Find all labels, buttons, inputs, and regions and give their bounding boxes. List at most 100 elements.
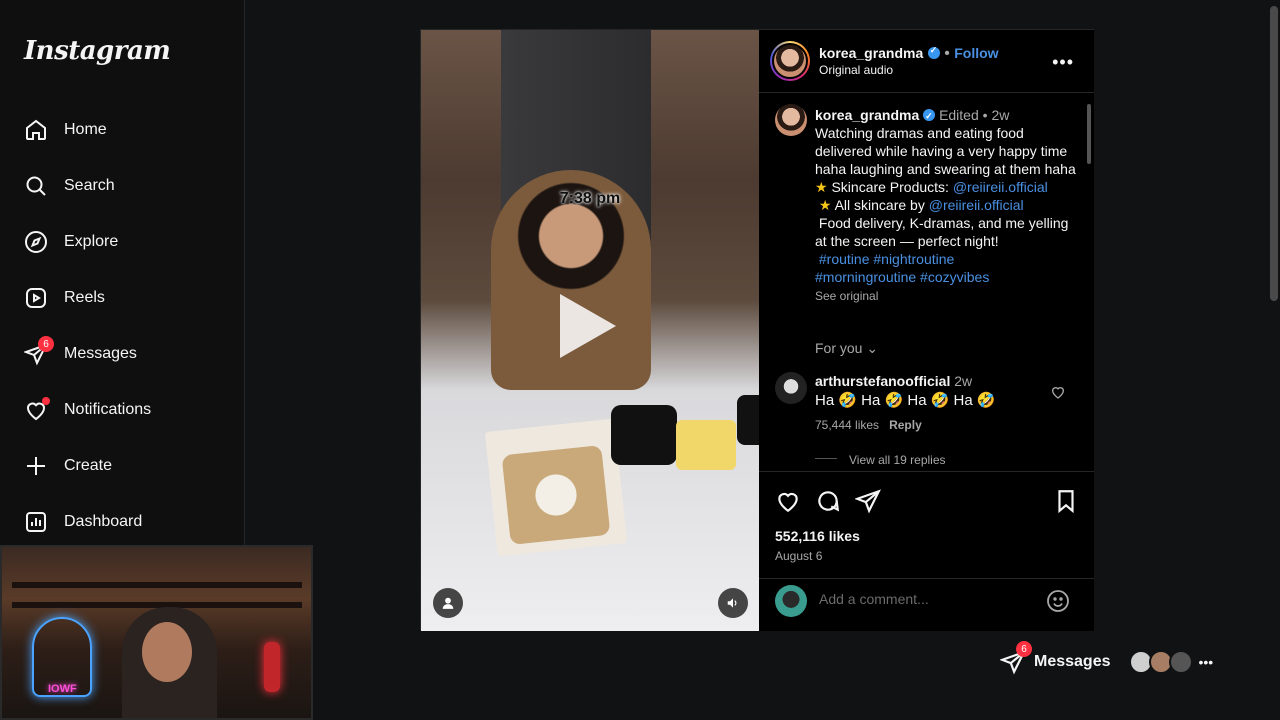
messages-label: Messages <box>1034 653 1111 670</box>
comments-scrollbar[interactable] <box>1087 104 1091 164</box>
commenter-username[interactable]: arthurstefanoofficial <box>815 373 950 389</box>
comment-icon[interactable] <box>815 488 841 514</box>
sidebar-item-label: Dashboard <box>64 513 143 530</box>
instagram-logo[interactable]: Instagram <box>24 36 171 66</box>
dashboard-icon <box>26 512 46 532</box>
see-original-link[interactable]: See original <box>815 289 878 303</box>
follow-button[interactable]: Follow <box>954 45 998 61</box>
sidebar-item-label: Search <box>64 177 115 194</box>
comment-like-icon[interactable] <box>1050 384 1066 400</box>
caption-age: 2w <box>991 107 1010 123</box>
view-replies-button[interactable]: View all 19 replies <box>815 451 1055 470</box>
user-icon <box>442 597 454 609</box>
webcam-overlay: IOWF <box>0 545 313 720</box>
emoji-icon[interactable] <box>1046 589 1070 613</box>
video-food <box>501 445 611 545</box>
comment-age: 2w <box>954 373 973 389</box>
sidebar-item-label: Create <box>64 457 113 474</box>
sidebar-item-messages[interactable]: 6 Messages <box>23 334 137 374</box>
author-username[interactable]: korea_grandma <box>819 45 923 61</box>
likes-count[interactable]: 552,116 likes <box>775 528 860 544</box>
for-you-dropdown[interactable]: For you ⌄ <box>815 340 878 357</box>
video-cup <box>676 420 736 470</box>
caption-text: Watching dramas and eating food delivere… <box>815 125 1076 177</box>
caption-username[interactable]: korea_grandma <box>815 107 919 123</box>
video-time-overlay: 7:38 pm <box>559 190 621 207</box>
caption-skincare: Skincare Products: <box>831 179 953 195</box>
messages-floating-button[interactable]: 6 Messages ••• <box>998 641 1230 679</box>
sidebar-item-label: Reels <box>64 289 105 306</box>
contact-avatar <box>1168 650 1193 674</box>
audio-label[interactable]: Original audio <box>819 63 999 77</box>
post-side-panel: korea_grandma • Follow Original audio ••… <box>759 30 1094 631</box>
star-icon: ★ <box>815 179 828 195</box>
verified-icon <box>923 107 936 125</box>
star-icon: ★ <box>818 197 832 213</box>
author-avatar-ring[interactable] <box>770 41 810 81</box>
compass-icon <box>25 231 47 253</box>
sidebar-item-label: Explore <box>64 233 119 250</box>
sidebar-item-dashboard[interactable]: Dashboard <box>24 502 142 542</box>
streamer-face <box>142 622 192 682</box>
heart-icon <box>24 397 50 422</box>
comment-input[interactable] <box>819 591 1039 607</box>
comment-likes[interactable]: 75,444 likes <box>815 418 879 432</box>
sidebar-item-label: Notifications <box>64 401 152 418</box>
verified-icon <box>927 45 940 59</box>
video-cup <box>611 405 677 465</box>
hashtags-link[interactable]: #routine #nightroutine <box>819 251 954 267</box>
bookmark-icon[interactable] <box>1053 488 1079 514</box>
page-scrollbar[interactable] <box>1270 6 1278 301</box>
post-modal: 7:38 pm korea_grandma • Follow Original … <box>420 29 1094 631</box>
notification-dot <box>42 397 50 405</box>
shelf <box>12 582 302 588</box>
mention-link[interactable]: @reiireii.official <box>953 179 1048 195</box>
sidebar-item-create[interactable]: Create <box>24 446 112 486</box>
caption-avatar[interactable] <box>775 104 807 136</box>
search-icon <box>26 176 46 196</box>
caption-food: Food delivery, K-dramas, and me yelling … <box>815 215 1069 249</box>
neon-sign-text: IOWF <box>48 683 77 695</box>
tagged-user-button[interactable] <box>433 588 463 618</box>
current-user-avatar <box>775 585 807 617</box>
share-icon[interactable] <box>855 488 881 514</box>
author-avatar <box>772 43 808 79</box>
reply-line <box>815 458 837 459</box>
chevron-down-icon: ⌄ <box>866 340 879 356</box>
sidebar-item-label: Home <box>64 121 107 138</box>
hashtags-link[interactable]: #morningroutine #cozyvibes <box>815 269 989 285</box>
post-header: korea_grandma • Follow Original audio ••… <box>759 30 1094 93</box>
comments-section: korea_grandma Edited • 2w Watching drama… <box>759 94 1094 472</box>
play-icon[interactable] <box>560 294 616 358</box>
messages-badge: 6 <box>38 336 54 352</box>
reply-button[interactable]: Reply <box>889 418 922 432</box>
messenger-icon: 6 <box>23 336 54 366</box>
edited-label: Edited <box>939 107 979 123</box>
sidebar-item-notifications[interactable]: Notifications <box>24 390 151 430</box>
more-contacts-icon: ••• <box>1198 654 1214 670</box>
sidebar-item-search[interactable]: Search <box>24 166 115 206</box>
like-heart-icon[interactable] <box>775 488 801 514</box>
post-actions: 552,116 likes August 6 <box>759 472 1094 568</box>
more-options-icon[interactable]: ••• <box>1052 52 1074 73</box>
plus-icon <box>27 457 45 475</box>
view-replies-label: View all 19 replies <box>849 453 946 467</box>
commenter-avatar[interactable] <box>775 372 807 404</box>
add-comment-bar <box>759 578 1094 630</box>
sidebar-item-reels[interactable]: Reels <box>24 278 105 318</box>
sidebar-item-label: Messages <box>64 345 137 362</box>
reel-video[interactable]: 7:38 pm <box>421 30 759 631</box>
comment-text: Ha 🤣 Ha 🤣 Ha 🤣 Ha 🤣 <box>815 392 996 409</box>
for-you-label: For you <box>815 340 863 356</box>
mention-link[interactable]: @reiireii.official <box>929 197 1024 213</box>
sidebar-item-explore[interactable]: Explore <box>24 222 118 262</box>
separator-dot: • <box>944 45 950 62</box>
messages-badge: 6 <box>1016 641 1032 657</box>
caption-all-skincare: All skincare by <box>834 197 929 213</box>
sidebar-item-home[interactable]: Home <box>24 110 107 150</box>
mute-button[interactable] <box>718 588 748 618</box>
post-date: August 6 <box>775 549 823 563</box>
caption: korea_grandma Edited • 2w Watching drama… <box>815 106 1077 305</box>
microphone <box>264 642 280 692</box>
video-cup <box>737 395 759 445</box>
